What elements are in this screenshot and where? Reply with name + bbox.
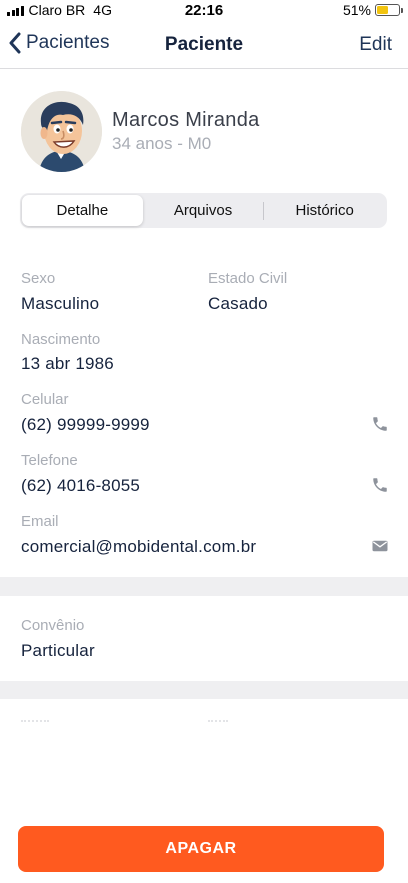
convenio-label: Convênio bbox=[21, 617, 85, 634]
delete-button[interactable]: APAGAR bbox=[18, 826, 384, 872]
phone-icon[interactable] bbox=[371, 415, 389, 433]
patient-name: Marcos Miranda bbox=[112, 109, 260, 131]
avatar bbox=[21, 91, 102, 172]
telefone-value: (62) 4016-8055 bbox=[21, 476, 141, 495]
email-label: Email bbox=[21, 513, 59, 530]
battery-fill bbox=[377, 6, 388, 14]
tab-detalhe[interactable]: Detalhe bbox=[22, 195, 143, 226]
patient-age-code: 34 anos - M0 bbox=[112, 134, 212, 153]
sexo-label: Sexo bbox=[21, 270, 56, 287]
convenio-value: Particular bbox=[21, 641, 95, 660]
celular-label: Celular bbox=[21, 391, 69, 408]
status-bar: Claro BR 4G 22:16 51% bbox=[0, 0, 408, 22]
navigation-bar: Pacientes Paciente Edit bbox=[0, 22, 408, 69]
avatar-illustration bbox=[21, 91, 102, 172]
section-separator bbox=[0, 681, 408, 699]
estado-civil-value: Casado bbox=[208, 294, 268, 313]
faded-label bbox=[21, 720, 49, 722]
email-value: comercial@mobidental.com.br bbox=[21, 537, 257, 556]
status-right: 51% bbox=[342, 2, 403, 18]
tab-historico[interactable]: Histórico bbox=[264, 195, 385, 226]
nascimento-value: 13 abr 1986 bbox=[21, 354, 114, 373]
page-title: Paciente bbox=[164, 34, 244, 55]
sexo-value: Masculino bbox=[21, 294, 100, 313]
tab-arquivos[interactable]: Arquivos bbox=[143, 195, 264, 226]
nascimento-label: Nascimento bbox=[21, 331, 101, 348]
mail-icon[interactable] bbox=[371, 537, 389, 555]
celular-value: (62) 99999-9999 bbox=[21, 415, 150, 434]
telefone-label: Telefone bbox=[21, 452, 78, 469]
section-separator bbox=[0, 577, 408, 596]
phone-icon[interactable] bbox=[371, 476, 389, 494]
battery-icon bbox=[375, 4, 403, 16]
faded-label bbox=[208, 720, 228, 722]
estado-civil-label: Estado Civil bbox=[208, 270, 288, 287]
tab-segmented-control: Detalhe Arquivos Histórico bbox=[20, 193, 387, 228]
edit-button[interactable]: Edit bbox=[359, 34, 392, 56]
battery-percent: 51% bbox=[342, 2, 371, 18]
